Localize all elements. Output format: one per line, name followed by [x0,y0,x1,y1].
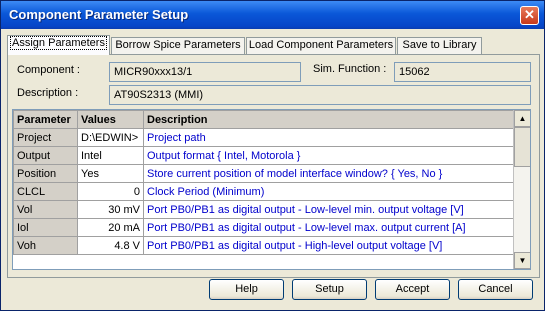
arrow-down-icon: ▼ [518,256,527,265]
table-row: CLCL 0 Clock Period (Minimum) [13,182,514,201]
scrollbar-thumb[interactable] [514,127,530,167]
parameter-description-cell: Output format { Intel, Motorola } [143,146,514,165]
parameter-description-cell: Port PB0/PB1 as digital output - High-le… [143,236,514,255]
close-button[interactable]: ✕ [520,6,539,25]
scroll-up-button[interactable]: ▲ [514,110,530,127]
parameter-name-cell: Output [13,146,78,165]
parameter-name-cell: Vol [13,200,78,219]
close-icon: ✕ [524,7,535,22]
parameter-name-cell: Position [13,164,78,183]
component-label: Component : [17,64,80,76]
sim-function-label: Sim. Function : [313,63,387,75]
parameter-description-cell: Clock Period (Minimum) [143,182,514,201]
window-title: Component Parameter Setup [9,7,189,22]
table-row: Project D:\EDWIN> Project path [13,128,514,147]
cancel-button[interactable]: Cancel [458,279,533,300]
parameter-value-cell[interactable]: 20 mA [77,218,144,237]
tab-load-component-parameters[interactable]: Load Component Parameters [246,37,396,54]
parameter-description-cell: Project path [143,128,514,147]
parameter-description-cell: Port PB0/PB1 as digital output - Low-lev… [143,200,514,219]
table-header-row: Parameter Values Description [13,110,514,129]
parameter-table: Parameter Values Description Project D:\… [13,110,514,255]
parameter-grid: Parameter Values Description Project D:\… [12,109,531,270]
table-row: Position Yes Store current position of m… [13,164,514,183]
table-row: Voh 4.8 V Port PB0/PB1 as digital output… [13,236,514,255]
parameter-description-cell: Port PB0/PB1 as digital output - Low-lev… [143,218,514,237]
description-label: Description : [17,87,79,99]
column-header-values[interactable]: Values [77,110,144,129]
column-header-description[interactable]: Description [143,110,514,129]
sim-function-field: 15062 [394,62,531,82]
table-row: Vol 30 mV Port PB0/PB1 as digital output… [13,200,514,219]
accept-button[interactable]: Accept [375,279,450,300]
tab-save-to-library[interactable]: Save to Library [397,37,482,54]
parameter-value-cell[interactable]: Yes [77,164,144,183]
parameter-value-cell[interactable]: D:\EDWIN> [77,128,144,147]
parameter-name-cell: Iol [13,218,78,237]
help-button[interactable]: Help [209,279,284,300]
scroll-down-button[interactable]: ▼ [514,252,530,269]
parameter-value-cell[interactable]: Intel [77,146,144,165]
parameter-value-cell[interactable]: 4.8 V [77,236,144,255]
tab-assign-parameters[interactable]: Assign Parameters [7,35,110,55]
parameter-value-cell[interactable]: 0 [77,182,144,201]
dialog-window: Component Parameter Setup ✕ Assign Param… [0,0,545,311]
column-header-parameter[interactable]: Parameter [13,110,78,129]
arrow-up-icon: ▲ [518,114,527,123]
tab-label: Borrow Spice Parameters [115,39,241,51]
tab-borrow-spice-parameters[interactable]: Borrow Spice Parameters [111,37,245,54]
parameter-name-cell: Voh [13,236,78,255]
component-field: MICR90xxx13/1 [109,62,301,82]
tab-label: Assign Parameters [10,36,107,50]
tab-label: Load Component Parameters [248,39,394,51]
parameter-description-cell: Store current position of model interfac… [143,164,514,183]
title-bar[interactable]: Component Parameter Setup ✕ [1,1,544,29]
parameter-value-cell[interactable]: 30 mV [77,200,144,219]
tab-label: Save to Library [402,39,477,51]
setup-button[interactable]: Setup [292,279,367,300]
table-row: Output Intel Output format { Intel, Moto… [13,146,514,165]
description-field: AT90S2313 (MMI) [109,85,531,105]
parameter-name-cell: CLCL [13,182,78,201]
table-row: Iol 20 mA Port PB0/PB1 as digital output… [13,218,514,237]
parameter-name-cell: Project [13,128,78,147]
vertical-scrollbar[interactable]: ▲ ▼ [513,110,530,269]
